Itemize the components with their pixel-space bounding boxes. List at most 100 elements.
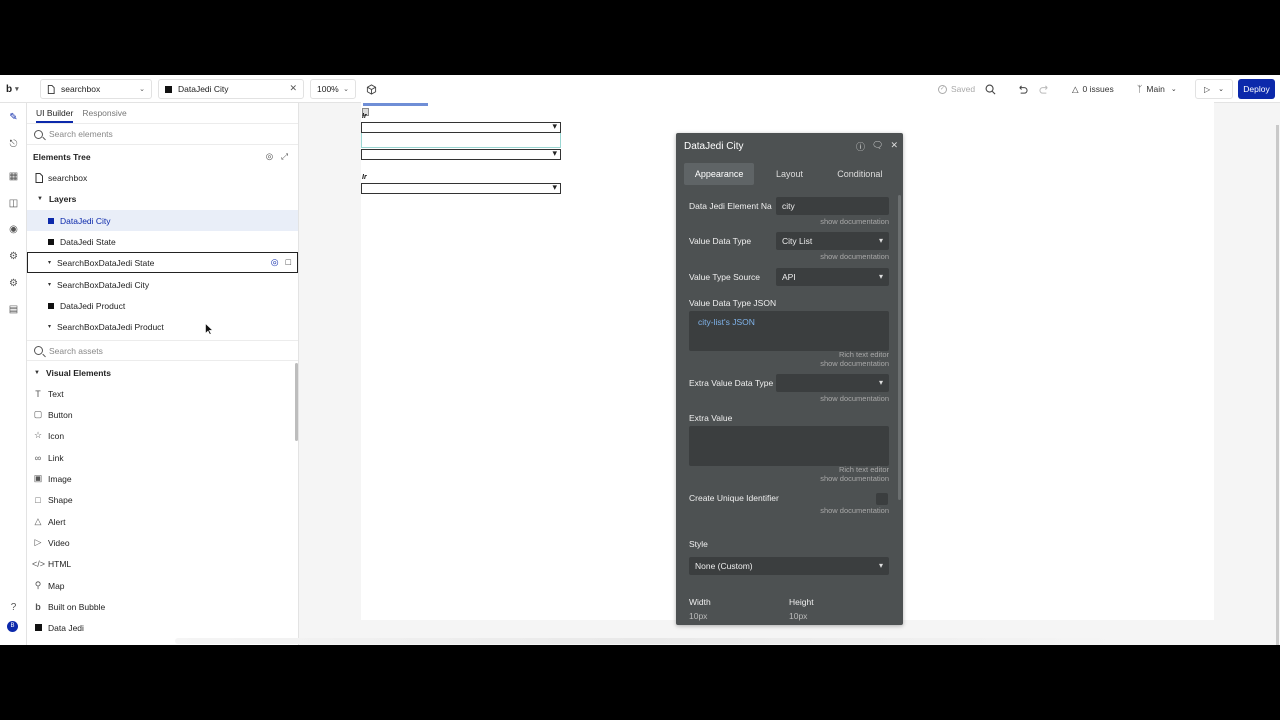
preview-button[interactable]: ▷ ⌄: [1195, 79, 1233, 99]
tree-item-searchbox-state[interactable]: ▾ SearchBoxDataJedi State ◎ □: [27, 252, 298, 273]
tree-layers-item[interactable]: ▼ Layers: [27, 188, 298, 209]
extra-value-input[interactable]: [689, 426, 889, 466]
redo-icon[interactable]: [1039, 79, 1050, 99]
undo-icon[interactable]: [1017, 79, 1028, 99]
account-avatar[interactable]: B: [7, 621, 20, 634]
chevron-down-icon: ⌄: [1170, 86, 1177, 93]
help-icon[interactable]: ?: [7, 601, 20, 614]
close-icon[interactable]: ✕: [890, 140, 898, 153]
asset-icon[interactable]: ☆ Icon: [27, 425, 298, 446]
style-dropdown[interactable]: None (Custom): [689, 557, 889, 575]
selection-handle: [363, 103, 428, 106]
vertical-scrollbar[interactable]: [1276, 125, 1279, 645]
show-documentation-link[interactable]: show documentation: [820, 506, 889, 515]
styles-palette-icon[interactable]: ◉: [7, 223, 20, 236]
design-pencil-icon[interactable]: ✎: [7, 111, 20, 124]
rich-text-editor-link[interactable]: Rich text editor: [839, 465, 889, 474]
settings-icon[interactable]: ⚙: [7, 277, 20, 290]
visual-elements-header[interactable]: ▼ Visual Elements: [27, 362, 298, 383]
asset-built-on-bubble[interactable]: b Built on Bubble: [27, 596, 298, 617]
show-documentation-link[interactable]: show documentation: [820, 394, 889, 403]
asset-html[interactable]: </> HTML: [27, 553, 298, 574]
close-icon[interactable]: ✕: [289, 83, 297, 94]
deploy-button[interactable]: Deploy: [1238, 79, 1275, 99]
element-name-label: Data Jedi Element Na: [689, 201, 772, 211]
element-selector[interactable]: DataJedi City ✕: [158, 79, 304, 99]
plugins-icon[interactable]: ⚙: [7, 250, 20, 263]
tree-page-item[interactable]: searchbox: [27, 167, 298, 188]
tab-appearance[interactable]: Appearance: [684, 163, 755, 185]
elements-tree-title: Elements Tree: [33, 151, 91, 162]
lock-icon[interactable]: □: [286, 257, 291, 268]
cube-icon[interactable]: [366, 79, 377, 99]
dropdown-product[interactable]: [361, 182, 561, 194]
tab-conditional[interactable]: Conditional: [825, 163, 895, 185]
expand-icon[interactable]: ⤢: [281, 151, 288, 162]
eye-icon[interactable]: ◎: [271, 257, 279, 268]
branch-selector[interactable]: ᛉ Main ⌄: [1137, 79, 1177, 99]
bubble-logo-icon[interactable]: b ▾: [6, 82, 34, 96]
search-icon[interactable]: [985, 79, 996, 99]
search-assets[interactable]: Search assets: [27, 340, 298, 361]
tree-item-datajedi-product[interactable]: DataJedi Product: [27, 295, 298, 316]
value-type-dropdown[interactable]: City List: [776, 232, 889, 250]
asset-link[interactable]: ∞ Link: [27, 447, 298, 468]
element-tag[interactable]: Ir: [362, 113, 367, 120]
unique-id-checkbox[interactable]: [876, 493, 888, 505]
show-documentation-link[interactable]: show documentation: [820, 474, 889, 483]
asset-image[interactable]: ▣ Image: [27, 468, 298, 489]
eye-icon[interactable]: ◎: [266, 151, 273, 162]
width-value[interactable]: 10px: [689, 611, 707, 621]
database-icon[interactable]: ◫: [7, 197, 20, 210]
asset-alert[interactable]: △ Alert: [27, 511, 298, 532]
asset-data-jedi[interactable]: Data Jedi: [27, 617, 298, 638]
comment-icon[interactable]: 🗨: [872, 140, 883, 153]
show-documentation-link[interactable]: show documentation: [820, 252, 889, 261]
search-elements[interactable]: Search elements: [27, 124, 298, 145]
workflow-icon[interactable]: ⎋: [7, 138, 20, 151]
element-tag[interactable]: Ir: [362, 174, 367, 181]
tree-item-datajedi-state[interactable]: DataJedi State: [27, 231, 298, 252]
asset-button[interactable]: ▢ Button: [27, 404, 298, 425]
asset-label: HTML: [48, 558, 72, 569]
show-documentation-link[interactable]: show documentation: [820, 217, 889, 226]
info-icon[interactable]: ⓘ: [856, 140, 865, 153]
data-tab-icon[interactable]: ▦: [7, 170, 20, 183]
height-value[interactable]: 10px: [789, 611, 807, 621]
horizontal-scrollbar[interactable]: [175, 638, 1115, 644]
asset-label: Link: [48, 452, 64, 463]
json-input[interactable]: city-list's JSON: [689, 311, 889, 351]
assets-scrollbar[interactable]: [295, 363, 298, 441]
tree-item-datajedi-city[interactable]: DataJedi City: [27, 210, 298, 231]
issues-indicator[interactable]: △ 0 issues: [1072, 79, 1114, 99]
tree-item-label: DataJedi State: [60, 236, 116, 247]
source-dropdown[interactable]: API: [776, 268, 889, 286]
asset-video[interactable]: ▷ Video: [27, 532, 298, 553]
property-editor-scrollbar[interactable]: [898, 195, 901, 500]
dropdown-city[interactable]: [361, 121, 561, 133]
show-documentation-link[interactable]: show documentation: [820, 359, 889, 368]
tab-ui-builder[interactable]: UI Builder: [36, 108, 74, 123]
tree-item-searchbox-city[interactable]: ▾ SearchBoxDataJedi City: [27, 274, 298, 295]
asset-text[interactable]: T Text: [27, 383, 298, 404]
tree-item-searchbox-product[interactable]: ▾ SearchBoxDataJedi Product: [27, 316, 298, 337]
chevron-down-icon: ⌄: [139, 86, 145, 93]
source-label: Value Type Source: [689, 272, 761, 282]
dropdown-state[interactable]: [361, 148, 561, 160]
extra-type-dropdown[interactable]: [776, 374, 889, 392]
logs-chart-icon[interactable]: ▤: [7, 303, 20, 316]
tab-layout[interactable]: Layout: [754, 163, 824, 185]
chevron-down-icon: ⌄: [343, 86, 349, 93]
bubble-logo-icon: b: [35, 601, 41, 612]
plugin-square-icon: [32, 623, 44, 633]
asset-shape[interactable]: □ Shape: [27, 489, 298, 510]
asset-map[interactable]: ⚲ Map: [27, 575, 298, 596]
zoom-selector[interactable]: 100% ⌄: [310, 79, 356, 99]
search-elements-placeholder: Search elements: [49, 129, 113, 139]
check-circle-icon: ✓: [938, 84, 947, 94]
rich-text-editor-link[interactable]: Rich text editor: [839, 350, 889, 359]
element-name-input[interactable]: city: [776, 197, 889, 215]
page-selector[interactable]: searchbox ⌄: [40, 79, 152, 99]
tab-responsive[interactable]: Responsive: [82, 108, 126, 118]
search-assets-placeholder: Search assets: [49, 345, 103, 356]
